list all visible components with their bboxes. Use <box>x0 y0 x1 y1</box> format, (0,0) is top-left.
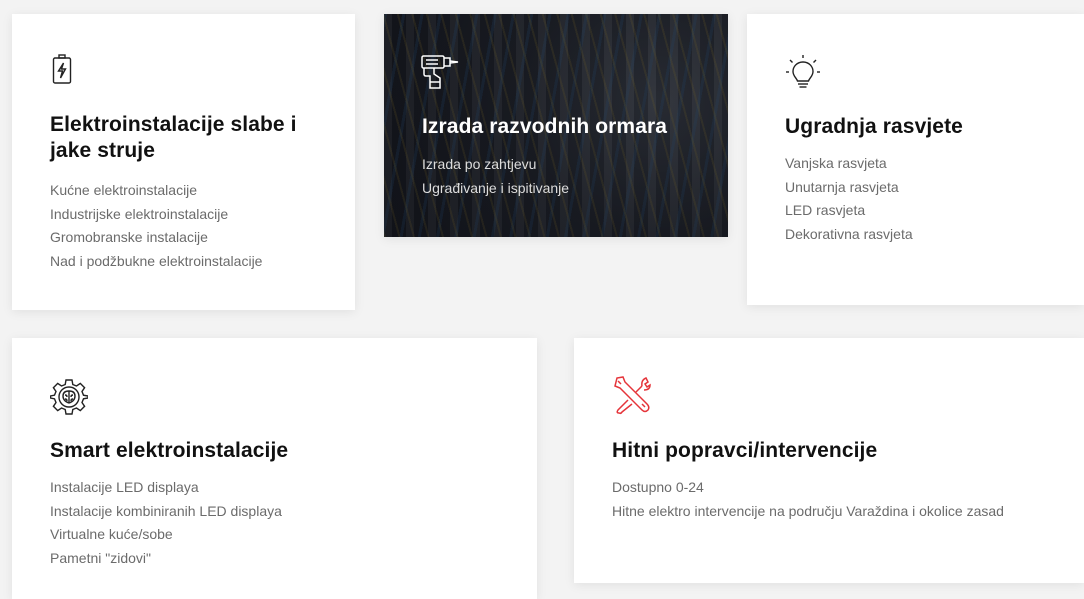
card-title: Elektroinstalacije slabe i jake struje <box>50 113 297 162</box>
list-item: Vanjska rasvjeta <box>785 155 887 171</box>
list-item: Industrijske elektroinstalacije <box>50 205 229 222</box>
card-list: Instalacije LED displaya Instalacije kom… <box>50 476 282 570</box>
card-title: Hitni popravci/intervencije <box>612 439 878 462</box>
service-card-rasvjeta[interactable]: Ugradnja rasvjete Vanjska rasvjeta Unuta… <box>747 14 1084 305</box>
list-item: Pametni "zidovi" <box>50 549 151 566</box>
list-item: Unutarnja rasvjeta <box>785 178 899 195</box>
list-item: Nad i podžbukne elektroinstalacije <box>50 252 263 269</box>
lightbulb-icon <box>785 54 821 97</box>
wrench-screwdriver-icon <box>612 376 652 421</box>
battery-bolt-icon <box>52 54 72 89</box>
service-card-razvodni-ormari[interactable]: Izrada razvodnih ormara Izrada po zahtje… <box>384 14 728 237</box>
card-list: Kućne elektroinstalacije Industrijske el… <box>50 179 262 273</box>
card-title: Smart elektroinstalacije <box>50 439 289 462</box>
card-list: Dostupno 0-24 Hitne elektro intervencije… <box>612 476 1004 523</box>
service-card-hitni-popravci[interactable]: Hitni popravci/intervencije Dostupno 0-2… <box>574 338 1084 583</box>
list-item: Kućne elektroinstalacije <box>50 182 198 198</box>
gear-brain-icon <box>49 378 89 421</box>
card-list: Izrada po zahtjevu Ugrađivanje i ispitiv… <box>422 153 569 200</box>
card-title: Izrada razvodnih ormara <box>422 115 668 138</box>
list-item: Ugrađivanje i ispitivanje <box>422 179 570 196</box>
drill-icon <box>420 54 462 95</box>
card-title: Ugradnja rasvjete <box>785 115 963 138</box>
list-item: LED rasvjeta <box>785 202 866 218</box>
list-item: Izrada po zahtjevu <box>422 156 537 172</box>
service-card-smart[interactable]: Smart elektroinstalacije Instalacije LED… <box>12 338 537 599</box>
list-item: Dostupno 0-24 <box>612 479 704 495</box>
card-list: Vanjska rasvjeta Unutarnja rasvjeta LED … <box>785 152 913 246</box>
service-card-elektroinstalacije[interactable]: Elektroinstalacije slabe i jake struje K… <box>12 14 355 310</box>
list-item: Instalacije kombiniranih LED displaya <box>50 502 282 519</box>
list-item: Virtualne kuće/sobe <box>50 526 173 542</box>
list-item: Hitne elektro intervencije na području V… <box>612 502 1004 519</box>
list-item: Gromobranske instalacije <box>50 229 208 245</box>
list-item: Instalacije LED displaya <box>50 479 199 495</box>
list-item: Dekorativna rasvjeta <box>785 225 913 242</box>
